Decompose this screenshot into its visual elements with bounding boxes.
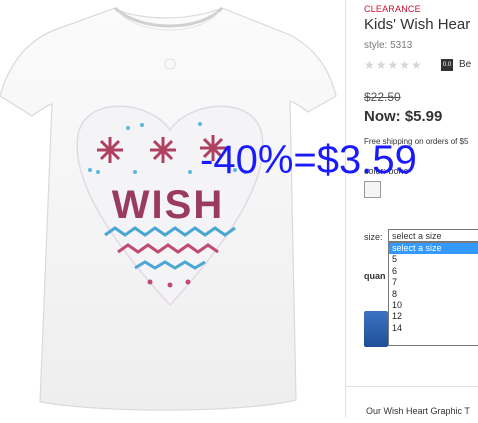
description-title: Our Wish Heart Graphic T [366,406,470,416]
size-option[interactable]: 6 [389,266,478,277]
product-title: Kids' Wish Hear [364,16,471,33]
size-option[interactable]: 8 [389,289,478,300]
rating-stars[interactable]: ★★★★★ [364,58,423,72]
size-option[interactable]: 14 [389,323,478,334]
size-option[interactable]: 7 [389,277,478,288]
size-option[interactable]: select a size [389,243,478,255]
rating-badge: 0.0 [441,59,453,71]
original-price: $22.50 [364,90,401,104]
section-divider [346,386,478,387]
wish-graphic-text: WISH [112,183,224,227]
tshirt-product-image[interactable]: WISH [0,0,345,418]
price-annotation-overlay: -40%=$3.59 [200,138,417,182]
size-dropdown-list[interactable]: select a size 5 6 7 8 10 12 14 [388,242,478,346]
size-option[interactable]: 10 [389,300,478,311]
product-image-pane: WISH [0,0,345,418]
style-number: style: 5313 [364,40,413,51]
product-details: CLEARANCE Kids' Wish Hear style: 5313 ★★… [346,0,478,418]
size-option[interactable]: 5 [389,254,478,265]
add-to-bag-button[interactable] [364,311,388,347]
size-option[interactable]: 12 [389,311,478,322]
size-label: size: [364,232,383,242]
clearance-tag: CLEARANCE [364,4,421,14]
size-select[interactable]: select a size [388,229,478,242]
sale-price: Now: $5.99 [364,108,443,125]
quantity-label: quan [364,271,386,281]
review-link[interactable]: Be [459,59,471,70]
color-swatch-bone[interactable] [364,181,381,198]
